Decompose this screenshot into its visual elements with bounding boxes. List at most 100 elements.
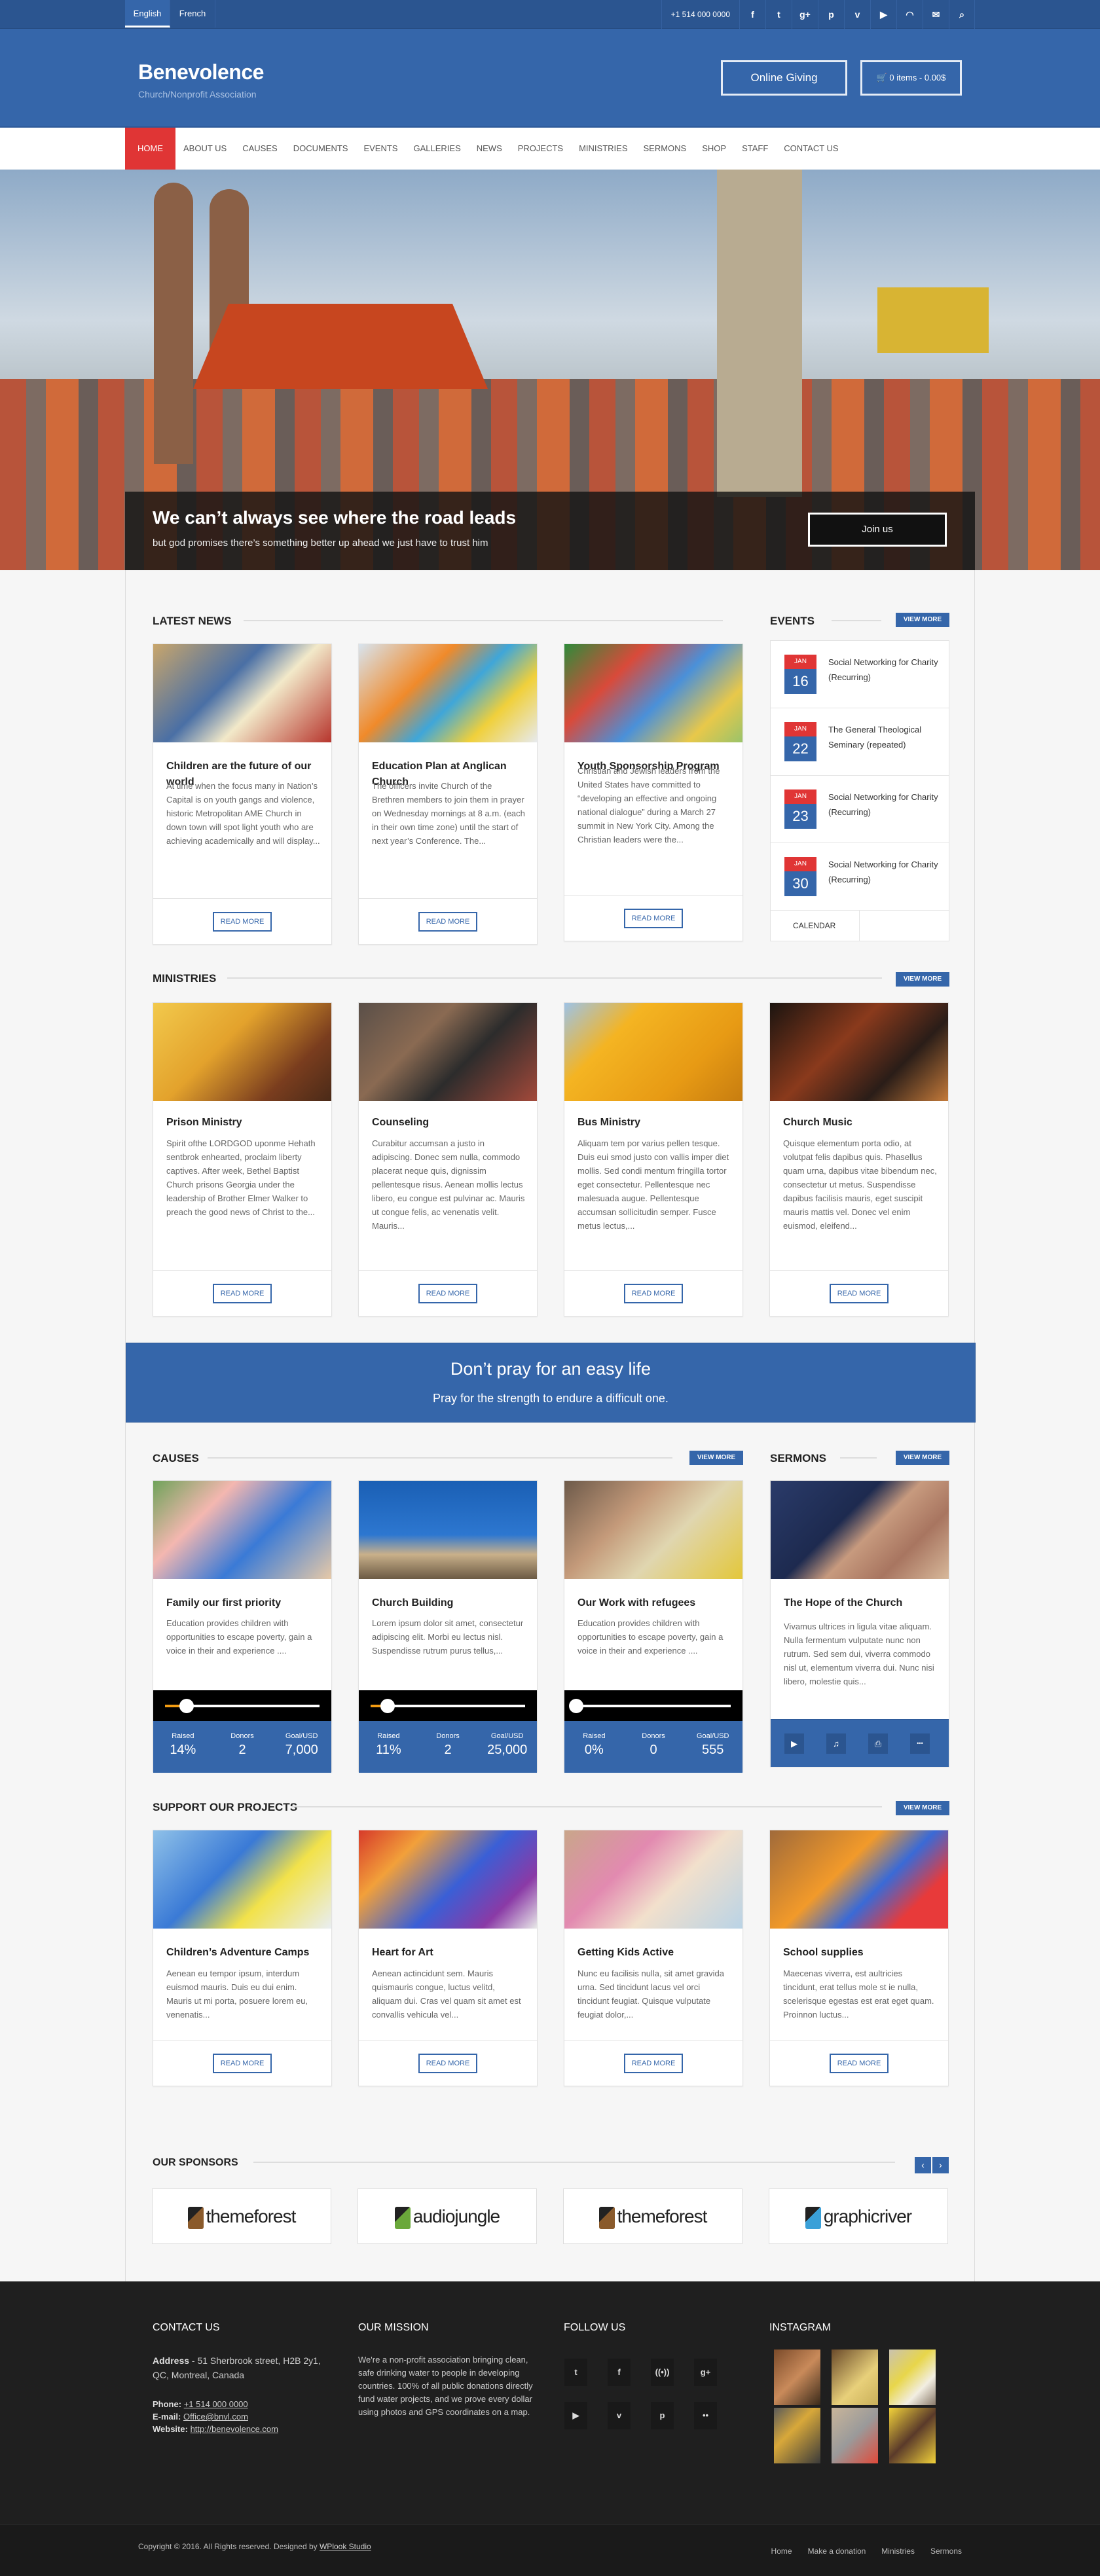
project-image[interactable] [770, 1830, 948, 1929]
read-more-button[interactable]: READ MORE [624, 1284, 683, 1303]
instagram-photo[interactable] [889, 2408, 936, 2463]
read-more-button[interactable]: READ MORE [830, 1284, 889, 1303]
nav-item-contact-us[interactable]: Contact Us [776, 128, 846, 170]
event-item[interactable]: JAN 22 The General Theological Seminary (r… [771, 708, 949, 776]
footer-link-ministries[interactable]: Ministries [881, 2547, 915, 2556]
youtube-icon[interactable]: ▶ [564, 2402, 587, 2429]
event-title[interactable]: Social Networking for Charity (Recurring… [828, 655, 941, 685]
facebook-icon[interactable]: f [608, 2359, 631, 2386]
read-more-button[interactable]: READ MORE [624, 2054, 683, 2073]
cause-title[interactable]: Family our first priority [166, 1595, 320, 1611]
project-image[interactable] [153, 1830, 331, 1929]
read-more-button[interactable]: READ MORE [213, 2054, 272, 2073]
ministries-view-more-button[interactable]: VIEW MORE [896, 972, 949, 987]
read-more-button[interactable]: READ MORE [213, 912, 272, 932]
event-item[interactable]: JAN 16 Social Networking for Charity (Recu… [771, 641, 949, 708]
event-item[interactable]: JAN 23 Social Networking for Charity (Recu… [771, 776, 949, 843]
flickr-icon[interactable]: •• [694, 2402, 717, 2429]
projects-view-more-button[interactable]: VIEW MORE [896, 1801, 949, 1815]
nav-item-galleries[interactable]: Galleries [405, 128, 468, 170]
footer-phone-link[interactable]: +1 514 000 0000 [184, 2399, 248, 2409]
pinterest-icon[interactable]: p [818, 0, 844, 29]
join-us-button[interactable]: Join us [808, 513, 947, 547]
site-title[interactable]: Benevolence [138, 60, 264, 84]
news-image[interactable] [564, 644, 742, 742]
email-icon[interactable]: ✉ [923, 0, 949, 29]
nav-item-events[interactable]: Events [356, 128, 405, 170]
instagram-photo[interactable] [832, 2349, 878, 2405]
footer-link-make-a-donation[interactable]: Make a donation [808, 2547, 866, 2556]
instagram-photo[interactable] [889, 2349, 936, 2405]
news-image[interactable] [359, 644, 537, 742]
rss-icon[interactable]: ◠ [896, 0, 923, 29]
sponsor-logo[interactable]: graphicriver [769, 2188, 948, 2244]
video-icon[interactable]: ▶ [784, 1733, 804, 1754]
project-image[interactable] [359, 1830, 537, 1929]
cause-image[interactable] [153, 1481, 331, 1579]
nav-item-causes[interactable]: Causes [234, 128, 285, 170]
sponsors-prev-button[interactable]: ‹ [915, 2157, 931, 2173]
google-plus-icon[interactable]: g+ [694, 2359, 717, 2386]
ministry-image[interactable] [153, 1003, 331, 1101]
cause-title[interactable]: Church Building [372, 1595, 525, 1611]
event-title[interactable]: Social Networking for Charity (Recurring… [828, 789, 941, 820]
pdf-icon[interactable]: ⎙ [868, 1733, 888, 1754]
event-title[interactable]: The General Theological Seminary (repeat… [828, 722, 941, 752]
project-title[interactable]: Children’s Adventure Camps [166, 1945, 320, 1961]
sponsor-logo[interactable]: themeforest [563, 2188, 742, 2244]
read-more-button[interactable]: READ MORE [418, 2054, 477, 2073]
read-more-button[interactable]: READ MORE [418, 912, 477, 932]
vimeo-icon[interactable]: v [844, 0, 870, 29]
cart-button[interactable]: 🛒 0 items - 0.00$ [860, 60, 962, 96]
instagram-photo[interactable] [832, 2408, 878, 2463]
footer-link-home[interactable]: Home [771, 2547, 792, 2556]
nav-item-documents[interactable]: Documents [285, 128, 356, 170]
youtube-icon[interactable]: ▶ [870, 0, 896, 29]
project-image[interactable] [564, 1830, 742, 1929]
search-icon[interactable]: ⌕ [949, 0, 975, 29]
events-view-more-button[interactable]: VIEW MORE [896, 613, 949, 627]
event-title[interactable]: Social Networking for Charity (Recurring… [828, 857, 941, 887]
nav-item-staff[interactable]: Staff [734, 128, 776, 170]
nav-item-shop[interactable]: Shop [694, 128, 734, 170]
read-more-button[interactable]: READ MORE [418, 1284, 477, 1303]
audio-icon[interactable]: ♫ [826, 1733, 846, 1754]
vimeo-icon[interactable]: v [608, 2402, 631, 2429]
ministry-title[interactable]: Bus Ministry [578, 1115, 731, 1131]
project-title[interactable]: Getting Kids Active [578, 1945, 731, 1961]
facebook-icon[interactable]: f [739, 0, 765, 29]
nav-item-news[interactable]: News [469, 128, 510, 170]
instagram-photo[interactable] [774, 2349, 820, 2405]
nav-item-home[interactable]: Home [125, 128, 175, 170]
cause-image[interactable] [359, 1481, 537, 1579]
instagram-photo[interactable] [774, 2408, 820, 2463]
sponsor-logo[interactable]: themeforest [152, 2188, 331, 2244]
ministry-image[interactable] [359, 1003, 537, 1101]
project-title[interactable]: Heart for Art [372, 1945, 525, 1961]
sermons-view-more-button[interactable]: VIEW MORE [896, 1451, 949, 1465]
causes-view-more-button[interactable]: VIEW MORE [689, 1451, 743, 1465]
news-image[interactable] [153, 644, 331, 742]
cause-title[interactable]: Our Work with refugees [578, 1595, 731, 1611]
read-more-button[interactable]: READ MORE [830, 2054, 889, 2073]
nav-item-about-us[interactable]: About Us [175, 128, 234, 170]
footer-website-link[interactable]: http://benevolence.com [191, 2424, 278, 2434]
calendar-link[interactable]: CALENDAR [771, 911, 860, 941]
footer-link-sermons[interactable]: Sermons [930, 2547, 962, 2556]
pinterest-icon[interactable]: p [651, 2402, 674, 2429]
nav-item-sermons[interactable]: Sermons [636, 128, 695, 170]
ministry-image[interactable] [770, 1003, 948, 1101]
ministry-title[interactable]: Church Music [783, 1115, 936, 1131]
language-english[interactable]: English [125, 0, 170, 27]
sponsor-logo[interactable]: audiojungle [358, 2188, 537, 2244]
podcast-icon[interactable]: ((•)) [651, 2359, 674, 2386]
project-title[interactable]: School supplies [783, 1945, 936, 1961]
read-more-button[interactable]: READ MORE [624, 909, 683, 928]
event-item[interactable]: JAN 30 Social Networking for Charity (Recu… [771, 843, 949, 911]
designer-link[interactable]: WPlook Studio [320, 2542, 371, 2551]
sermon-title[interactable]: The Hope of the Church [784, 1595, 937, 1611]
online-giving-button[interactable]: Online Giving [721, 60, 847, 96]
ministry-title[interactable]: Counseling [372, 1115, 525, 1131]
twitter-icon[interactable]: t [564, 2359, 587, 2386]
cause-image[interactable] [564, 1481, 742, 1579]
